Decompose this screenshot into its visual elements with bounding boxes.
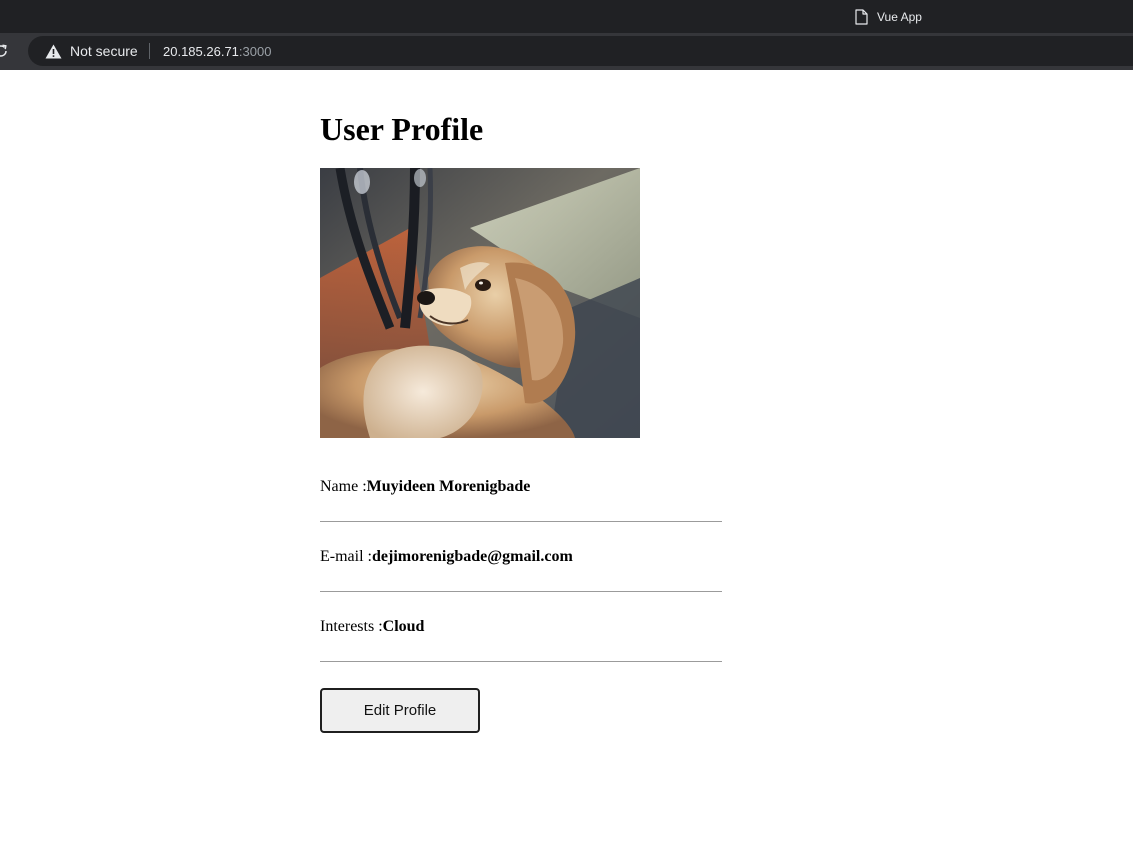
security-status[interactable]: Not secure [70, 43, 138, 59]
document-icon [855, 9, 868, 25]
url-text[interactable]: 20.185.26.71:3000 [163, 44, 271, 59]
profile-photo [320, 168, 640, 438]
email-field: E-mail :dejimorenigbade@gmail.com [320, 548, 573, 566]
profile-page: User Profile Name:Muyideen Morenigbade … [320, 70, 722, 733]
browser-tab-strip: Vue App [0, 0, 1133, 33]
interests-value: Cloud [382, 618, 425, 635]
interests-label: Interests : [320, 618, 383, 635]
divider [320, 661, 722, 662]
browser-toolbar: Not secure 20.185.26.71:3000 [0, 33, 1133, 70]
email-label: E-mail : [320, 548, 372, 565]
name-label: Name : [320, 478, 367, 495]
page-title: User Profile [320, 111, 484, 147]
url-port: :3000 [238, 44, 272, 59]
name-field: Name :Muyideen Morenigbade [320, 478, 530, 496]
divider [320, 591, 722, 592]
name-value: Muyideen Morenigbade [366, 478, 531, 495]
divider [320, 521, 722, 522]
edit-profile-button[interactable]: Edit Profile [320, 688, 480, 733]
reload-icon[interactable] [0, 44, 8, 58]
tab-title: Vue App [877, 10, 922, 24]
address-bar[interactable]: Not secure 20.185.26.71:3000 [28, 36, 1133, 66]
email-value: dejimorenigbade@gmail.com [371, 548, 573, 565]
interests-field: Interests :Cloud [320, 618, 424, 636]
warning-icon[interactable] [45, 44, 62, 59]
browser-tab[interactable]: Vue App [855, 8, 922, 26]
url-host: 20.185.26.71 [163, 44, 239, 59]
omnibox-divider [149, 43, 150, 59]
